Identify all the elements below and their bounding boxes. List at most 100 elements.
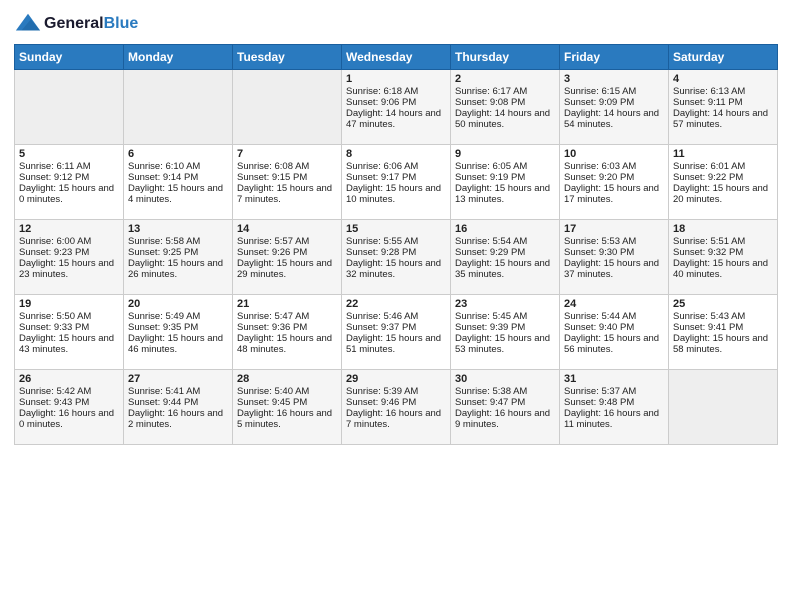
calendar-cell: 26Sunrise: 5:42 AMSunset: 9:43 PMDayligh… [15,370,124,445]
day-number: 17 [564,223,664,235]
day-number: 29 [346,373,446,385]
cell-info: Daylight: 16 hours and 11 minutes. [564,408,664,430]
cell-info: Sunrise: 5:42 AM [19,386,119,397]
day-number: 16 [455,223,555,235]
column-header-saturday: Saturday [669,45,778,70]
column-header-tuesday: Tuesday [233,45,342,70]
calendar-table: SundayMondayTuesdayWednesdayThursdayFrid… [14,44,778,445]
day-number: 27 [128,373,228,385]
cell-info: Sunset: 9:37 PM [346,322,446,333]
calendar-week-5: 26Sunrise: 5:42 AMSunset: 9:43 PMDayligh… [15,370,778,445]
logo-text: GeneralBlue [44,15,138,33]
calendar-cell: 14Sunrise: 5:57 AMSunset: 9:26 PMDayligh… [233,220,342,295]
day-number: 4 [673,73,773,85]
cell-info: Sunset: 9:43 PM [19,397,119,408]
calendar-cell: 25Sunrise: 5:43 AMSunset: 9:41 PMDayligh… [669,295,778,370]
cell-info: Daylight: 15 hours and 56 minutes. [564,333,664,355]
cell-info: Sunset: 9:11 PM [673,97,773,108]
cell-info: Sunrise: 5:44 AM [564,311,664,322]
day-number: 20 [128,298,228,310]
calendar-cell: 20Sunrise: 5:49 AMSunset: 9:35 PMDayligh… [124,295,233,370]
column-header-thursday: Thursday [451,45,560,70]
cell-info: Sunset: 9:40 PM [564,322,664,333]
calendar-cell: 24Sunrise: 5:44 AMSunset: 9:40 PMDayligh… [560,295,669,370]
cell-info: Sunrise: 5:40 AM [237,386,337,397]
cell-info: Sunset: 9:14 PM [128,172,228,183]
cell-info: Sunset: 9:48 PM [564,397,664,408]
cell-info: Sunrise: 6:01 AM [673,161,773,172]
day-number: 8 [346,148,446,160]
cell-info: Sunrise: 5:43 AM [673,311,773,322]
day-number: 23 [455,298,555,310]
cell-info: Sunrise: 5:37 AM [564,386,664,397]
cell-info: Daylight: 15 hours and 29 minutes. [237,258,337,280]
cell-info: Daylight: 15 hours and 13 minutes. [455,183,555,205]
calendar-cell: 30Sunrise: 5:38 AMSunset: 9:47 PMDayligh… [451,370,560,445]
column-header-friday: Friday [560,45,669,70]
cell-info: Daylight: 14 hours and 47 minutes. [346,108,446,130]
day-number: 21 [237,298,337,310]
day-number: 18 [673,223,773,235]
cell-info: Daylight: 15 hours and 58 minutes. [673,333,773,355]
cell-info: Sunrise: 5:45 AM [455,311,555,322]
cell-info: Sunset: 9:35 PM [128,322,228,333]
cell-info: Daylight: 15 hours and 32 minutes. [346,258,446,280]
cell-info: Daylight: 16 hours and 2 minutes. [128,408,228,430]
calendar-cell: 4Sunrise: 6:13 AMSunset: 9:11 PMDaylight… [669,70,778,145]
calendar-header-row: SundayMondayTuesdayWednesdayThursdayFrid… [15,45,778,70]
cell-info: Sunrise: 6:08 AM [237,161,337,172]
cell-info: Sunrise: 5:39 AM [346,386,446,397]
day-number: 7 [237,148,337,160]
calendar-cell: 29Sunrise: 5:39 AMSunset: 9:46 PMDayligh… [342,370,451,445]
cell-info: Daylight: 15 hours and 46 minutes. [128,333,228,355]
calendar-cell: 31Sunrise: 5:37 AMSunset: 9:48 PMDayligh… [560,370,669,445]
calendar-week-4: 19Sunrise: 5:50 AMSunset: 9:33 PMDayligh… [15,295,778,370]
calendar-cell: 2Sunrise: 6:17 AMSunset: 9:08 PMDaylight… [451,70,560,145]
calendar-cell: 8Sunrise: 6:06 AMSunset: 9:17 PMDaylight… [342,145,451,220]
cell-info: Sunset: 9:19 PM [455,172,555,183]
day-number: 19 [19,298,119,310]
calendar-cell: 6Sunrise: 6:10 AMSunset: 9:14 PMDaylight… [124,145,233,220]
calendar-cell: 1Sunrise: 6:18 AMSunset: 9:06 PMDaylight… [342,70,451,145]
cell-info: Daylight: 16 hours and 0 minutes. [19,408,119,430]
cell-info: Sunrise: 5:54 AM [455,236,555,247]
cell-info: Sunrise: 5:41 AM [128,386,228,397]
cell-info: Daylight: 15 hours and 4 minutes. [128,183,228,205]
day-number: 10 [564,148,664,160]
cell-info: Daylight: 14 hours and 57 minutes. [673,108,773,130]
cell-info: Sunset: 9:32 PM [673,247,773,258]
cell-info: Daylight: 14 hours and 54 minutes. [564,108,664,130]
cell-info: Sunrise: 5:46 AM [346,311,446,322]
cell-info: Daylight: 15 hours and 7 minutes. [237,183,337,205]
day-number: 22 [346,298,446,310]
calendar-cell: 11Sunrise: 6:01 AMSunset: 9:22 PMDayligh… [669,145,778,220]
cell-info: Daylight: 15 hours and 17 minutes. [564,183,664,205]
calendar-week-2: 5Sunrise: 6:11 AMSunset: 9:12 PMDaylight… [15,145,778,220]
calendar-page: GeneralBlue SundayMondayTuesdayWednesday… [0,0,792,612]
cell-info: Sunset: 9:08 PM [455,97,555,108]
calendar-week-3: 12Sunrise: 6:00 AMSunset: 9:23 PMDayligh… [15,220,778,295]
cell-info: Sunset: 9:41 PM [673,322,773,333]
day-number: 31 [564,373,664,385]
cell-info: Sunset: 9:12 PM [19,172,119,183]
column-header-sunday: Sunday [15,45,124,70]
cell-info: Sunrise: 6:10 AM [128,161,228,172]
logo: GeneralBlue [14,10,138,38]
calendar-cell: 12Sunrise: 6:00 AMSunset: 9:23 PMDayligh… [15,220,124,295]
cell-info: Sunrise: 6:05 AM [455,161,555,172]
cell-info: Sunset: 9:29 PM [455,247,555,258]
cell-info: Sunrise: 5:58 AM [128,236,228,247]
day-number: 11 [673,148,773,160]
calendar-cell: 10Sunrise: 6:03 AMSunset: 9:20 PMDayligh… [560,145,669,220]
day-number: 30 [455,373,555,385]
cell-info: Sunrise: 6:06 AM [346,161,446,172]
cell-info: Daylight: 15 hours and 37 minutes. [564,258,664,280]
calendar-cell: 28Sunrise: 5:40 AMSunset: 9:45 PMDayligh… [233,370,342,445]
calendar-body: 1Sunrise: 6:18 AMSunset: 9:06 PMDaylight… [15,70,778,445]
cell-info: Daylight: 16 hours and 5 minutes. [237,408,337,430]
cell-info: Sunset: 9:30 PM [564,247,664,258]
cell-info: Sunrise: 5:49 AM [128,311,228,322]
calendar-cell: 23Sunrise: 5:45 AMSunset: 9:39 PMDayligh… [451,295,560,370]
cell-info: Daylight: 16 hours and 9 minutes. [455,408,555,430]
cell-info: Sunset: 9:09 PM [564,97,664,108]
